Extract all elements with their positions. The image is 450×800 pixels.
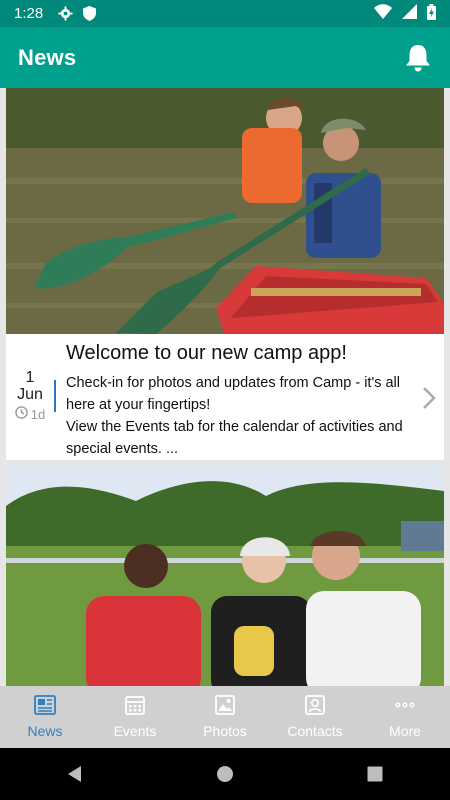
page-title: News (18, 44, 77, 70)
tab-photos[interactable]: Photos (180, 686, 270, 748)
tab-more-label: More (389, 723, 421, 739)
campers-smores-photo (6, 466, 444, 686)
calendar-icon (125, 695, 145, 720)
tab-photos-label: Photos (203, 723, 247, 739)
wifi-icon (374, 4, 392, 23)
news-feed[interactable]: Welcome to our new camp app! 1 Jun 1d Ch… (0, 88, 450, 686)
news-summary: Check-in for photos and updates from Cam… (66, 372, 404, 460)
battery-icon (427, 3, 436, 24)
back-icon[interactable] (55, 754, 95, 794)
bottom-tab-bar: News Events Photos Contacts More (0, 686, 450, 748)
bell-icon[interactable] (404, 44, 432, 72)
news-card[interactable] (6, 466, 444, 686)
tab-events-label: Events (113, 723, 157, 739)
shield-icon (81, 6, 97, 22)
news-card[interactable]: Welcome to our new camp app! 1 Jun 1d Ch… (6, 88, 444, 460)
chevron-right-icon[interactable] (420, 386, 438, 410)
news-age-text: 1d (30, 406, 46, 422)
clock-icon (14, 406, 28, 422)
system-nav-bar (0, 748, 450, 800)
home-icon[interactable] (205, 754, 245, 794)
newspaper-icon (34, 695, 56, 720)
more-dots-icon (394, 695, 416, 720)
camp-canoe-photo (6, 88, 444, 334)
tab-events[interactable]: Events (90, 686, 180, 748)
status-bar: 1:28 (0, 0, 450, 27)
news-date-day: 1 (25, 369, 35, 386)
photo-icon (215, 695, 235, 720)
news-age: 1d (6, 406, 54, 422)
tab-contacts[interactable]: Contacts (270, 686, 360, 748)
tab-more[interactable]: More (360, 686, 450, 748)
app-bar: News (0, 27, 450, 88)
news-date: 1 Jun 1d (6, 370, 54, 422)
tab-contacts-label: Contacts (287, 723, 343, 739)
news-date-month: Jun (17, 386, 43, 403)
contact-icon (305, 695, 325, 720)
date-divider (54, 380, 56, 412)
news-card-body[interactable]: Welcome to our new camp app! 1 Jun 1d Ch… (6, 334, 444, 460)
gear-icon (57, 6, 73, 22)
signal-icon (402, 4, 417, 23)
news-summary-text: Check-in for photos and updates from Cam… (66, 375, 403, 457)
status-time: 1:28 (14, 5, 44, 22)
recents-icon[interactable] (355, 754, 395, 794)
tab-news-label: News (27, 723, 63, 739)
news-title: Welcome to our new camp app! (66, 342, 347, 364)
tab-news[interactable]: News (0, 686, 90, 748)
